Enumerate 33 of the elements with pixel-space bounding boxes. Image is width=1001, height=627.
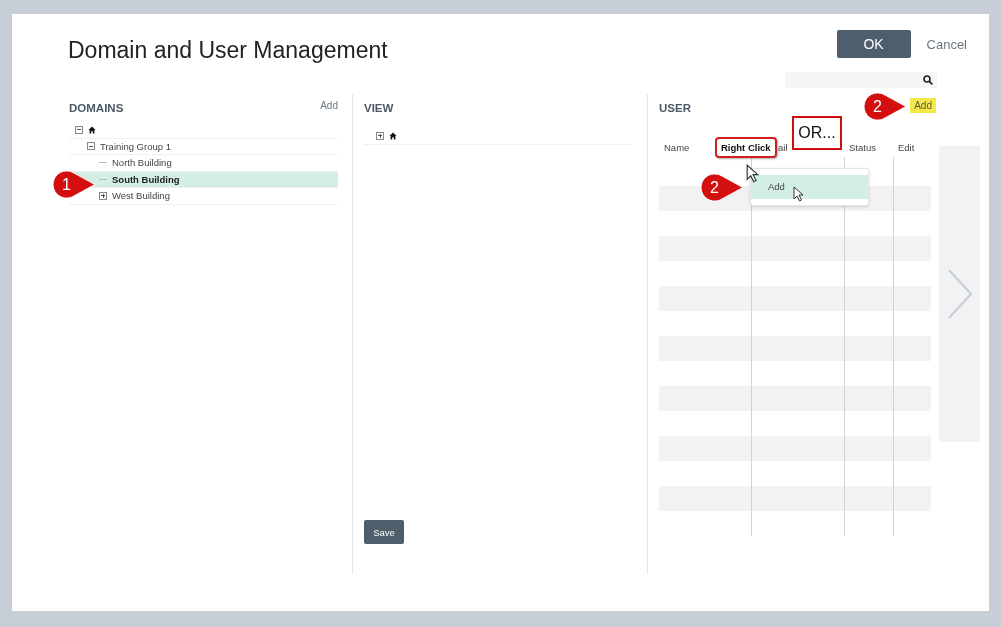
search-icon [923, 75, 933, 85]
expand-icon[interactable] [99, 191, 107, 200]
search-field[interactable] [785, 72, 937, 88]
home-icon [88, 125, 96, 134]
dialog-title: Domain and User Management [68, 37, 388, 64]
tree-item[interactable]: Training Group 1 [69, 138, 338, 155]
column-header: ail [778, 141, 788, 153]
column-header: Status [849, 141, 876, 153]
cancel-button[interactable]: Cancel [926, 36, 967, 52]
expand-icon[interactable] [376, 131, 384, 140]
tree-item[interactable]: North Building [69, 155, 338, 172]
column-header: Edit [898, 141, 915, 153]
callout-label: Right Click [715, 137, 777, 158]
user-heading: USER [659, 102, 691, 114]
collapse-icon[interactable] [75, 125, 83, 134]
tree-line [99, 178, 107, 180]
step-marker: 2 [863, 92, 907, 121]
annotation-box: OR... [792, 116, 842, 150]
menu-item[interactable]: Add [751, 175, 868, 199]
save-button[interactable]: Save [364, 520, 404, 544]
pointer-cursor-icon [793, 186, 804, 202]
view-heading: VIEW [364, 102, 394, 114]
step-marker: 1 [52, 170, 96, 199]
chevron-right-icon [945, 268, 974, 320]
ok-button[interactable]: OK [836, 30, 911, 58]
add-link[interactable]: Add [910, 98, 936, 113]
column-header: Name [664, 141, 690, 153]
tree-line [99, 162, 107, 164]
domains-heading: DOMAINS [69, 102, 124, 114]
step-marker: 2 [700, 173, 744, 202]
collapse-icon[interactable] [87, 142, 95, 151]
add-link[interactable]: Add [320, 100, 338, 111]
home-icon [389, 131, 397, 140]
